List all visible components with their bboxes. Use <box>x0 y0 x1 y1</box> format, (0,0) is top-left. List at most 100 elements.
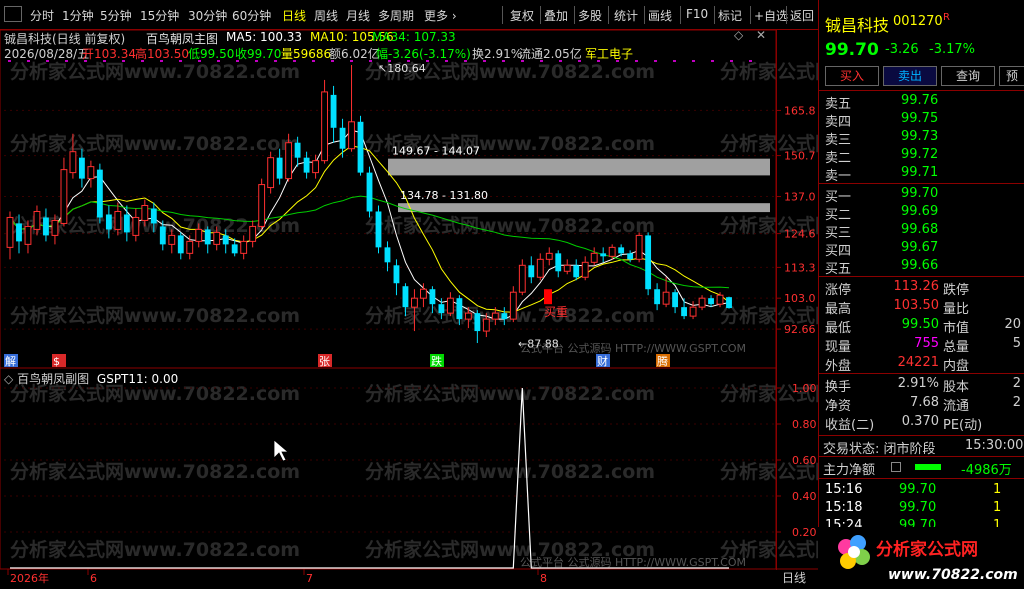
toolbar-mark-button[interactable]: 标记 <box>718 7 742 24</box>
toolbar-back-button[interactable]: 返回 <box>790 7 814 24</box>
period-tab-1min[interactable]: 1分钟 <box>62 7 94 24</box>
divider <box>819 456 1024 457</box>
stat-label: 现量 <box>825 340 852 355</box>
grid-layer: 165.8 150.7 137.0 124.6 113.3 103.0 92.66 <box>0 29 818 570</box>
y-tick-label: 113.3 <box>784 261 816 274</box>
toolbar-separator <box>750 6 751 24</box>
toolbar-restore-rights-button[interactable]: 复权 <box>510 7 534 24</box>
low-price-label: ←87.88 <box>518 337 559 350</box>
stat-row: 最高 103.50 量比 <box>819 298 1024 317</box>
candle-body <box>608 246 616 257</box>
period-tab-60min[interactable]: 60分钟 <box>232 7 271 24</box>
stat-label: 换手 <box>825 380 852 395</box>
event-marker-text: 张 <box>319 355 330 368</box>
order-book-buy-row[interactable]: 买二 99.69 <box>819 204 1024 223</box>
sub-indicator-value: GSPT11: 0.00 <box>96 372 179 386</box>
candle <box>393 259 400 296</box>
tick-volume: 1 <box>993 500 1002 515</box>
candle-body <box>357 121 364 173</box>
candle <box>581 256 589 281</box>
left-panel-toggle-icon[interactable] <box>4 6 22 22</box>
stat-value: 99.50 <box>901 317 939 332</box>
period-tab-multi[interactable]: 多周期 <box>378 7 414 24</box>
candle-body <box>393 265 400 284</box>
ruler-dot <box>654 60 657 62</box>
order-book-sell-row[interactable]: 卖二 99.72 <box>819 147 1024 166</box>
period-tab-15min[interactable]: 15分钟 <box>140 7 179 24</box>
main-flow-bar <box>915 464 941 470</box>
price-row: 99.70 -3.26 -3.17% <box>819 40 1024 62</box>
price-zone-134-131 <box>398 203 770 213</box>
query-button[interactable]: 查询 <box>941 66 995 86</box>
buy-button[interactable]: 买入 <box>825 66 879 86</box>
order-book-sell-row[interactable]: 卖五 99.76 <box>819 93 1024 112</box>
sell-button[interactable]: 卖出 <box>883 66 937 86</box>
stat-label: 股本 <box>943 380 970 395</box>
stat-label: 净资 <box>825 399 852 414</box>
candle-body <box>536 258 544 278</box>
period-tab-more[interactable]: 更多 › <box>424 7 457 24</box>
stock-code: 001270 <box>893 14 943 29</box>
stat-label: 涨停 <box>825 283 852 298</box>
sub-indicator-title[interactable]: 百鸟朝凤副图 <box>17 372 89 386</box>
order-level-label: 买三 <box>825 226 852 241</box>
quote-panel: 铖昌科技 001270 R 99.70 -3.26 -3.17% 买入 卖出 查… <box>818 0 1024 589</box>
logo-url: www.70822.com <box>888 567 1018 583</box>
order-book-buy-row[interactable]: 买五 99.66 <box>819 258 1024 277</box>
bar-low: 低99.50 <box>188 47 235 61</box>
y-tick-label: 137.0 <box>784 191 816 204</box>
candle <box>528 256 535 284</box>
list-icon[interactable] <box>891 462 901 472</box>
toolbar-statistics-button[interactable]: 统计 <box>614 7 638 24</box>
sector-tag[interactable]: 军工电子 <box>585 45 633 62</box>
order-book-buy-row[interactable]: 买三 99.68 <box>819 222 1024 241</box>
stat-label: 最低 <box>825 321 852 336</box>
order-book-sell-row[interactable]: 卖一 99.71 <box>819 165 1024 184</box>
candle <box>204 226 211 254</box>
toolbar-separator <box>680 6 681 24</box>
period-tab-month[interactable]: 月线 <box>346 7 370 24</box>
candle <box>357 115 364 176</box>
sub-collapse-icon[interactable]: ◇ <box>4 372 13 386</box>
toolbar-f10-button[interactable]: F10 <box>686 7 708 21</box>
candle <box>446 292 454 317</box>
period-tab-week[interactable]: 周线 <box>314 7 338 24</box>
tick-price: 99.70 <box>899 482 937 497</box>
order-book-sell-row[interactable]: 卖四 99.75 <box>819 111 1024 130</box>
event-marker-text: 解 <box>5 354 16 368</box>
candle-body <box>482 318 490 332</box>
x-tick-label: 7 <box>306 572 313 585</box>
candle-body <box>312 160 320 174</box>
candle <box>321 79 328 164</box>
period-tab-fenshi[interactable]: 分时 <box>30 7 54 24</box>
toolbar-multi-stock-button[interactable]: 多股 <box>578 7 602 24</box>
order-level-price: 99.71 <box>901 165 939 180</box>
more-button[interactable]: 预 <box>999 66 1024 86</box>
candle-body <box>438 304 445 314</box>
order-book-buy-row[interactable]: 买一 99.70 <box>819 186 1024 205</box>
diamond-icon[interactable]: ◇ <box>734 28 743 42</box>
order-level-label: 卖三 <box>825 133 852 148</box>
buy-signal-label: 买重 <box>544 305 568 319</box>
order-book-buy-row[interactable]: 买四 99.67 <box>819 240 1024 259</box>
period-tab-30min[interactable]: 30分钟 <box>188 7 227 24</box>
toolbar-add-watchlist-button[interactable]: +自选 <box>754 7 788 24</box>
candle-body <box>518 264 526 293</box>
candle-body <box>563 264 571 272</box>
close-icon[interactable]: ✕ <box>756 28 766 42</box>
stat-label: 量比 <box>943 302 970 317</box>
toolbar-overlay-button[interactable]: 叠加 <box>544 7 568 24</box>
toolbar-separator <box>502 6 503 24</box>
price-zones <box>388 158 770 213</box>
candle-body <box>627 253 634 260</box>
candle-body <box>195 228 203 242</box>
source-note: 公式平台 公式源码 HTTP://WWW.GSPT.COM <box>520 555 746 569</box>
period-tab-day[interactable]: 日线 <box>282 7 306 24</box>
toolbar-draw-line-button[interactable]: 画线 <box>648 7 672 24</box>
order-book-sell-row[interactable]: 卖三 99.73 <box>819 129 1024 148</box>
buy-signal-bar <box>544 289 552 305</box>
stat-row: 净资 7.68 流通 2 <box>819 395 1024 414</box>
event-marker-text: $ <box>53 355 60 368</box>
trade-status: 交易状态: 闭市阶段 <box>823 442 936 457</box>
period-tab-5min[interactable]: 5分钟 <box>100 7 132 24</box>
